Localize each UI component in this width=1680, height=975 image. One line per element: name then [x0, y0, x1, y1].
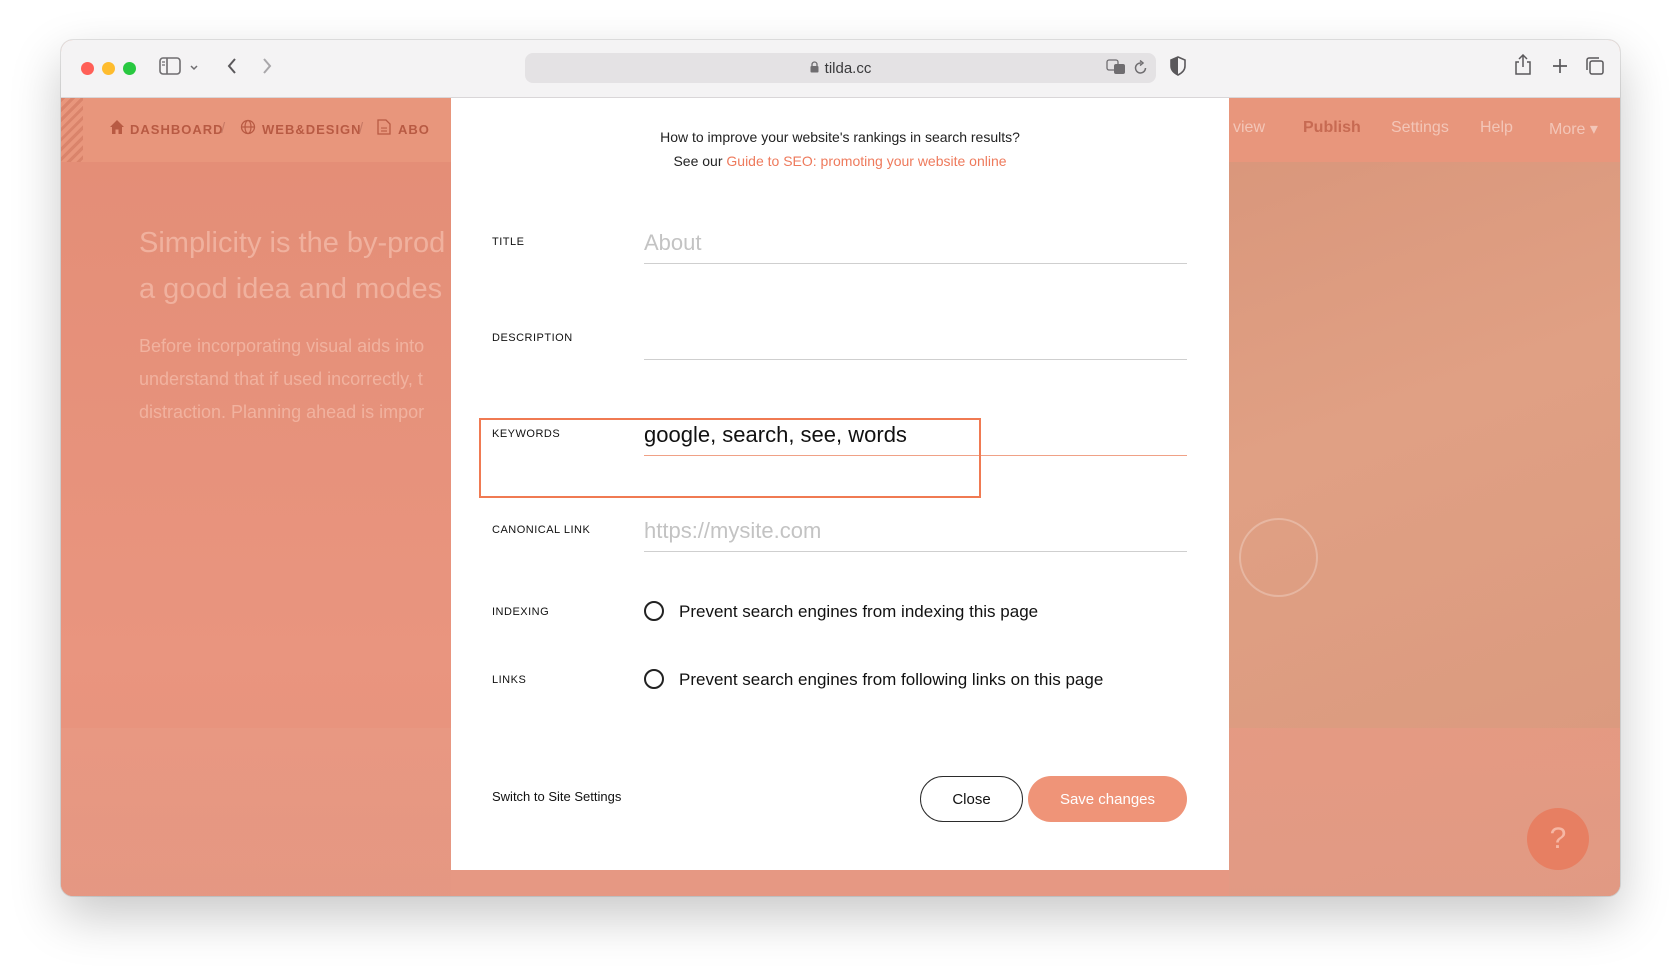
- lock-icon: [810, 61, 819, 76]
- close-window-button[interactable]: [81, 62, 94, 75]
- save-changes-button[interactable]: Save changes: [1028, 776, 1187, 822]
- menu-more[interactable]: More ▾: [1549, 119, 1598, 139]
- help-chat-button[interactable]: ?: [1527, 808, 1589, 870]
- switch-to-site-settings-link[interactable]: Switch to Site Settings: [492, 789, 621, 804]
- canonical-link-label: CANONICAL LINK: [492, 524, 591, 536]
- menu-preview[interactable]: view: [1233, 119, 1265, 137]
- seo-settings-modal: How to improve your website's rankings i…: [451, 98, 1229, 870]
- tab-overview-icon[interactable]: [1585, 56, 1605, 81]
- hero-heading-line: Simplicity is the by-prod: [139, 227, 446, 259]
- breadcrumb-dashboard[interactable]: DASHBOARD: [130, 122, 224, 137]
- browser-window: tilda.cc DASHBOARD / WEB&DESIGN / ABO vi…: [61, 40, 1620, 896]
- hero-paragraph: Before incorporating visual aids into un…: [139, 330, 459, 429]
- menu-settings[interactable]: Settings: [1391, 119, 1449, 137]
- url-text: tilda.cc: [824, 60, 872, 77]
- zoom-window-button[interactable]: [123, 62, 136, 75]
- keywords-highlight-box: [479, 418, 981, 498]
- hero-heading-line: a good idea and modes: [139, 273, 443, 305]
- seo-guide-link[interactable]: Guide to SEO: promoting your website onl…: [726, 153, 1006, 169]
- description-label: DESCRIPTION: [492, 332, 573, 344]
- prevent-following-links-checkbox[interactable]: [644, 669, 664, 689]
- sidebar-toggle-icon[interactable]: [159, 57, 181, 80]
- page-content: DASHBOARD / WEB&DESIGN / ABO view Publis…: [61, 98, 1620, 896]
- new-tab-plus-icon[interactable]: [1551, 57, 1569, 80]
- canonical-link-input[interactable]: [644, 511, 1187, 552]
- prevent-following-links-label[interactable]: Prevent search engines from following li…: [679, 670, 1103, 690]
- seo-hint-prefix: See our: [673, 153, 727, 169]
- translate-icon[interactable]: [1106, 59, 1126, 80]
- title-label: TITLE: [492, 236, 525, 248]
- address-bar[interactable]: tilda.cc: [525, 53, 1156, 83]
- browser-toolbar: tilda.cc: [61, 40, 1620, 98]
- tilda-logo-pattern[interactable]: [61, 98, 83, 162]
- title-input[interactable]: [644, 223, 1187, 264]
- description-input[interactable]: [644, 319, 1187, 360]
- prevent-indexing-label[interactable]: Prevent search engines from indexing thi…: [679, 602, 1038, 622]
- breadcrumb-page[interactable]: ABO: [398, 122, 430, 137]
- breadcrumb-separator: /: [359, 120, 364, 137]
- minimize-window-button[interactable]: [102, 62, 115, 75]
- hero-paragraph-line: distraction. Planning ahead is impor: [139, 402, 425, 422]
- globe-icon: [240, 119, 256, 140]
- privacy-shield-icon[interactable]: [1169, 56, 1187, 81]
- chevron-down-icon[interactable]: [189, 60, 199, 78]
- home-icon: [109, 119, 125, 140]
- seo-hint-line1: How to improve your website's rankings i…: [660, 129, 1020, 145]
- breadcrumb-project[interactable]: WEB&DESIGN: [262, 122, 362, 137]
- prevent-indexing-checkbox[interactable]: [644, 601, 664, 621]
- reload-icon[interactable]: [1134, 59, 1148, 80]
- breadcrumb-separator: /: [221, 120, 226, 137]
- forward-arrow-icon[interactable]: [261, 56, 273, 81]
- links-label: LINKS: [492, 674, 527, 686]
- hero-paragraph-line: understand that if used incorrectly, t: [139, 369, 423, 389]
- seo-hint-line2: See our Guide to SEO: promoting your web…: [451, 149, 1229, 173]
- hero-paragraph-line: Before incorporating visual aids into: [139, 336, 425, 356]
- menu-help[interactable]: Help: [1480, 119, 1513, 137]
- menu-publish[interactable]: Publish: [1303, 119, 1361, 137]
- close-button[interactable]: Close: [920, 776, 1023, 822]
- indexing-label: INDEXING: [492, 606, 550, 618]
- phone-image-decoration: [1239, 518, 1318, 597]
- hero-heading: Simplicity is the by-prod a good idea an…: [139, 220, 459, 312]
- page-document-icon: [377, 119, 391, 140]
- share-icon[interactable]: [1514, 53, 1532, 81]
- back-arrow-icon[interactable]: [226, 56, 238, 81]
